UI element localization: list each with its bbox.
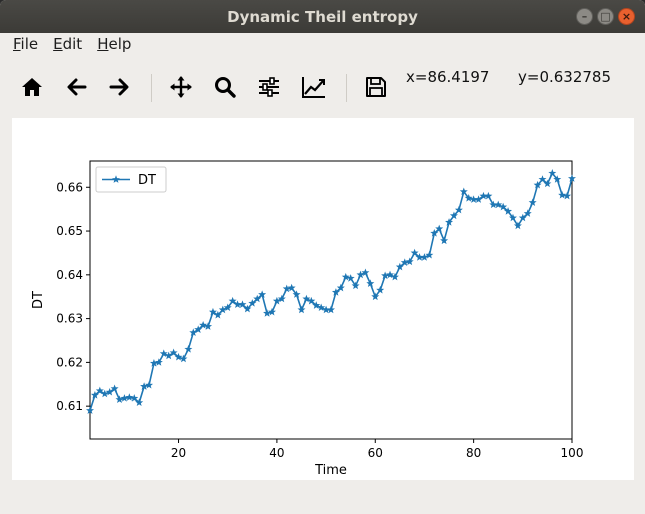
cursor-y-readout: y=0.632785 <box>518 68 612 86</box>
x-tick-label: 60 <box>368 446 383 460</box>
toolbar-separator <box>151 74 152 102</box>
chart-layer: 20 40 60 80 100 0.61 0.62 0.63 0.64 0.65 0.66 Time D… <box>31 160 584 478</box>
menu-help-mnemonic: H <box>97 35 109 53</box>
window-bottom <box>0 480 645 514</box>
maximize-button[interactable]: □ <box>597 8 614 25</box>
y-axis-label: DT <box>31 291 46 309</box>
window-controls: – □ × <box>576 8 635 25</box>
menu-edit-label: dit <box>62 35 83 53</box>
maximize-icon: □ <box>600 10 611 23</box>
zoom-button[interactable] <box>210 72 240 102</box>
application-window: Dynamic Theil entropy – □ × File Edit He… <box>0 0 645 514</box>
edit-axis-curves-icon <box>302 77 325 98</box>
minimize-icon: – <box>581 10 588 23</box>
cursor-x-readout: x=86.4197 <box>406 68 490 86</box>
y-tick-label: 0.64 <box>56 268 83 282</box>
menu-edit[interactable]: Edit <box>45 35 89 53</box>
menu-file[interactable]: File <box>0 35 45 53</box>
pan-button[interactable] <box>166 72 196 102</box>
title-bar[interactable]: Dynamic Theil entropy – □ × <box>0 0 645 33</box>
x-tick-label: 100 <box>561 446 584 460</box>
minimize-button[interactable]: – <box>576 8 593 25</box>
y-tick-label: 0.63 <box>56 312 83 326</box>
navigation-toolbar <box>0 56 645 118</box>
save-disk-icon <box>366 77 386 97</box>
back-arrow-icon <box>67 78 87 96</box>
forward-button[interactable] <box>105 72 135 102</box>
menu-help-label: elp <box>108 35 132 53</box>
y-tick-label: 0.61 <box>56 399 83 413</box>
x-tick-label: 20 <box>171 446 186 460</box>
zoom-magnifier-icon <box>215 77 236 98</box>
y-tick-label: 0.66 <box>56 180 83 194</box>
menu-file-label: ile <box>20 35 39 53</box>
save-button[interactable] <box>361 72 391 102</box>
configure-subplots-button[interactable] <box>254 72 284 102</box>
figure-canvas[interactable]: 20 40 60 80 100 0.61 0.62 0.63 0.64 0.65 0.66 Time D… <box>12 118 634 480</box>
line-chart[interactable]: 20 40 60 80 100 0.61 0.62 0.63 0.64 0.65 0.66 Time D… <box>12 118 634 480</box>
plot-frame <box>89 160 573 440</box>
pan-move-icon <box>170 76 192 98</box>
menu-file-mnemonic: F <box>13 35 21 53</box>
x-tick-label: 80 <box>466 446 481 460</box>
x-tick-label: 40 <box>269 446 284 460</box>
home-icon <box>22 78 42 96</box>
back-button[interactable] <box>61 72 91 102</box>
close-icon: × <box>621 10 632 23</box>
home-button[interactable] <box>17 72 47 102</box>
menu-help[interactable]: Help <box>89 35 138 53</box>
toolbar-separator <box>346 74 347 102</box>
menu-bar: File Edit Help <box>0 33 645 55</box>
close-button[interactable]: × <box>618 8 635 25</box>
forward-arrow-icon <box>109 78 129 96</box>
edit-axis-button[interactable] <box>299 72 329 102</box>
y-tick-label: 0.62 <box>56 355 83 369</box>
x-axis-label: Time <box>314 463 347 478</box>
menu-edit-mnemonic: E <box>53 35 63 53</box>
legend-label: DT <box>138 173 156 188</box>
y-tick-label: 0.65 <box>56 224 83 238</box>
configure-subplots-icon <box>259 77 279 97</box>
window-title: Dynamic Theil entropy <box>227 7 418 26</box>
